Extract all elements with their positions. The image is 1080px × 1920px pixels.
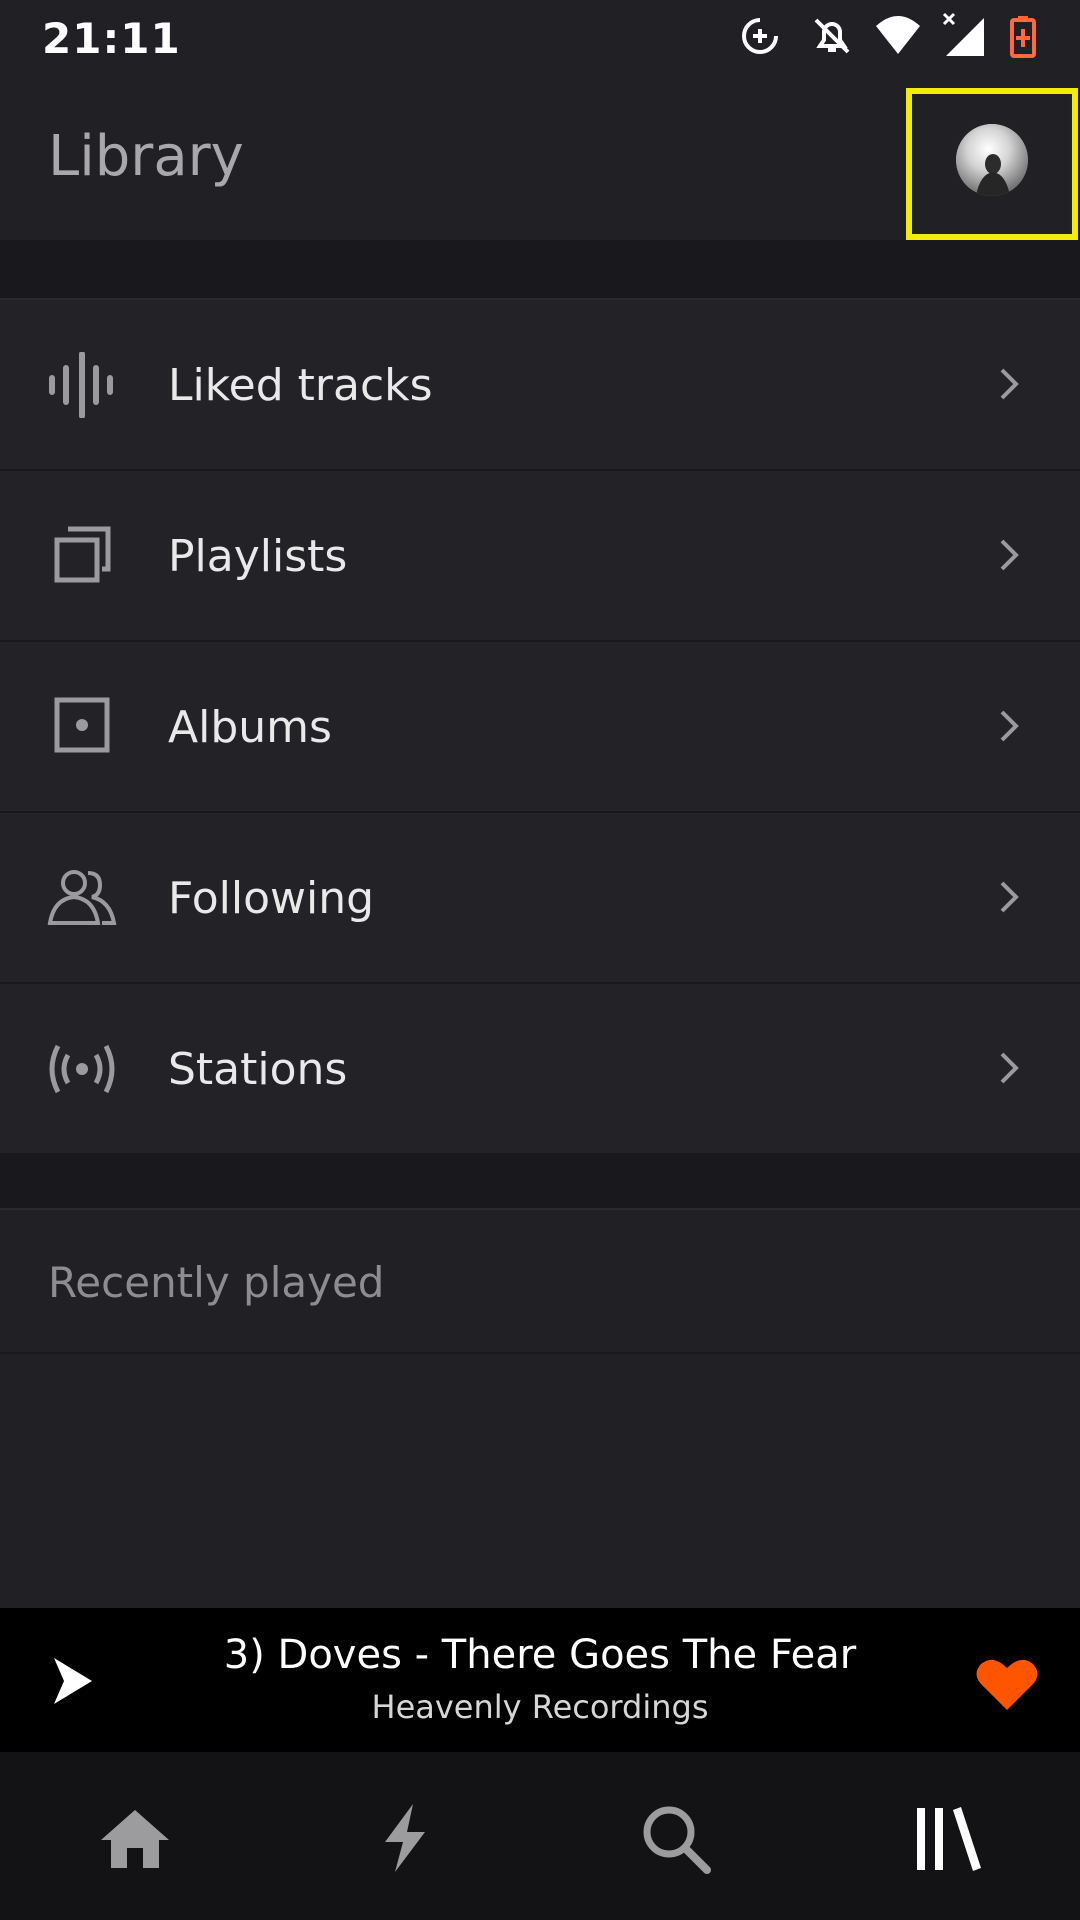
people-icon [47,870,117,925]
library-row-label: Playlists [168,531,348,582]
library-row-playlists[interactable]: Playlists [0,471,1080,642]
status-bar: 21:11 [0,0,1080,76]
track-title[interactable]: 3) Doves - There Goes The Fear [150,1632,930,1678]
waveform-icon [49,352,113,418]
track-subtitle[interactable]: Heavenly Recordings [150,1688,930,1726]
profile-avatar-button[interactable] [906,88,1078,240]
chevron-right-icon [1000,368,1019,400]
home-icon[interactable] [99,1802,171,1874]
library-row-label: Following [168,873,375,924]
notifications-off-icon [814,18,850,54]
nav-home[interactable] [0,1752,270,1920]
cellular-signal-icon [942,12,984,56]
section-divider [0,1154,1080,1210]
battery-charging-icon [1010,16,1036,58]
library-list: Liked tracks Playlists Albums Following … [0,300,1080,1155]
library-row-label: Liked tracks [168,360,433,411]
status-time: 21:11 [42,14,181,63]
library-row-liked-tracks[interactable]: Liked tracks [0,300,1080,471]
nav-library[interactable] [810,1752,1080,1920]
nav-search[interactable] [540,1752,810,1920]
bottom-navigation [0,1752,1080,1920]
library-row-label: Stations [168,1044,348,1095]
heart-icon[interactable] [974,1656,1040,1712]
broadcast-icon [49,1044,115,1094]
play-icon[interactable] [50,1656,94,1706]
section-divider [0,240,1080,300]
recently-played-header: Recently played [0,1210,1080,1354]
library-row-following[interactable]: Following [0,813,1080,984]
data-saver-icon [742,17,779,54]
chevron-right-icon [1000,1052,1019,1084]
page-title: Library [48,124,244,189]
library-row-albums[interactable]: Albums [0,642,1080,813]
avatar-silhouette [956,124,1028,196]
mini-player[interactable]: 3) Doves - There Goes The Fear Heavenly … [0,1608,1080,1752]
search-icon[interactable] [639,1802,711,1874]
nav-stream[interactable] [270,1752,540,1920]
chevron-right-icon [1000,710,1019,742]
library-row-stations[interactable]: Stations [0,984,1080,1155]
wifi-icon [876,16,920,54]
album-icon [54,697,110,753]
chevron-right-icon [1000,539,1019,571]
library-icon[interactable] [909,1802,981,1874]
profile-avatar-icon[interactable] [956,124,1028,196]
chevron-right-icon [1000,881,1019,913]
library-screen: 21:11 Library Liked tracks Playlists Alb… [0,0,1080,1920]
recently-played-title: Recently played [48,1258,385,1307]
library-row-label: Albums [168,702,332,753]
playlist-stack-icon [54,526,111,583]
lightning-icon[interactable] [369,1802,441,1874]
app-bar: Library [0,76,1080,240]
